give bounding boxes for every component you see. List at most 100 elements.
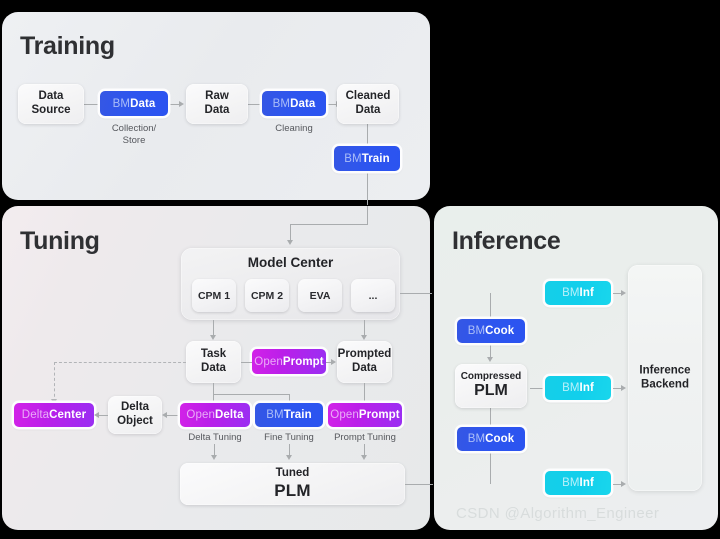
chip-bmdata-cleaning[interactable]: BM Data [262,91,326,116]
connector-arrow [285,455,292,460]
chip-suffix: Data [290,97,316,110]
chip-suffix: Train [283,409,312,421]
chip-bminf-bottom[interactable]: BM Inf [545,471,611,495]
node-line2: Data [201,362,226,374]
node-line1: Delta [120,401,150,414]
chip-prefix: BM [562,477,580,489]
connector-arrow [360,455,367,460]
connector-line [367,171,368,205]
chip-prefix: Delta [21,409,50,421]
caption-prompt-tuning: Prompt Tuning [334,432,396,443]
node-line1: Data [38,90,64,103]
chip-prefix: BM [467,433,486,445]
chip-openprompt-top[interactable]: Open Prompt [252,349,326,374]
caption-line1: Cleaning [275,123,313,134]
node-line1: Task [200,348,227,361]
chip-prefix: BM [562,287,580,299]
diagram-canvas: Training Data Source BM Data Collection/ … [0,0,720,539]
connector-line [289,394,290,403]
chip-bmcook-top[interactable]: BM Cook [457,319,525,343]
connector-line [364,320,365,336]
connector-line [213,394,214,403]
panel-title-tuning: Tuning [20,227,100,255]
connector-line [99,415,108,416]
chip-delta-center[interactable]: Delta Center [14,403,94,427]
chip-suffix: Train [361,152,390,165]
chip-bmtrain-training[interactable]: BM Train [334,146,400,171]
connector-arrow [179,100,184,107]
node-delta-object: Delta Object [108,396,162,434]
node-line2: Object [117,415,153,427]
connector-line [490,452,491,484]
connector-arrow [621,289,626,296]
chip-suffix: Center [49,409,87,421]
connector-line [530,388,546,389]
model-center-item-cpm1[interactable]: CPM 1 [192,279,236,312]
connector-line [84,104,98,105]
node-data-source: Data Source [18,84,84,124]
node-compressed-plm: Compressed PLM [455,364,527,408]
caption-cleaning: Cleaning [252,123,336,135]
connector-line [248,104,262,105]
connector-arrow [331,358,336,365]
chip-opendelta[interactable]: Open Delta [180,403,250,427]
connector-line [213,383,214,394]
watermark-text: CSDN @Algorithm_Engineer [456,505,660,522]
chip-prefix: BM [266,409,284,421]
chip-prefix: BM [344,152,362,165]
connector-arrow [621,480,626,487]
chip-suffix: Prompt [358,409,400,421]
node-task-data: Task Data [186,341,241,383]
chip-suffix: Prompt [282,355,324,368]
caption-delta-tuning: Delta Tuning [188,432,242,443]
chip-openprompt-bottom[interactable]: Open Prompt [328,403,402,427]
node-line1: Inference [639,364,691,377]
node-line2: Data [355,104,381,116]
chip-bminf-top[interactable]: BM Inf [545,281,611,305]
node-raw-data: Raw Data [186,84,248,124]
connector-line [367,206,368,224]
node-line2: Backend [641,379,689,391]
chip-bmdata-collection[interactable]: BM Data [100,91,168,116]
connector-line [290,224,368,225]
node-line2: Data [204,104,230,116]
caption-line1: Collection/ [111,123,157,134]
node-line1: Prompted [337,348,392,361]
node-line1: Raw [205,90,229,103]
chip-prefix: BM [467,325,486,337]
connector-arrow [621,384,626,391]
node-line2: PLM [274,480,311,500]
connector-line [490,407,491,427]
model-center-title: Model Center [247,255,334,270]
model-center-item-more[interactable]: ... [351,279,395,312]
connector-arrow [360,335,367,340]
chip-bminf-middle[interactable]: BM Inf [545,376,611,400]
caption-line2: Store [122,134,146,146]
chip-suffix: Inf [579,287,594,299]
connector-arrow [210,455,217,460]
node-line2: Source [31,104,71,116]
chip-prefix: Open [186,409,215,421]
group-model-center: Model Center CPM 1 CPM 2 EVA ... [181,248,400,320]
connector-line [405,484,433,485]
chip-prefix: Open [254,355,283,368]
dashed-connector [54,362,55,402]
panel-title-training: Training [20,32,115,60]
chip-suffix: Cook [485,433,515,445]
chip-bmcook-bottom[interactable]: BM Cook [457,427,525,451]
connector-arrow [286,240,293,245]
model-center-item-cpm2[interactable]: CPM 2 [245,279,289,312]
connector-arrow [209,335,216,340]
connector-line [213,320,214,336]
chip-bmtrain-tuning[interactable]: BM Train [255,403,323,427]
chip-suffix: Cook [485,325,515,337]
node-inference-backend: Inference Backend [628,265,702,491]
model-center-item-eva[interactable]: EVA [298,279,342,312]
connector-line [290,224,291,241]
chip-prefix: Open [330,409,359,421]
connector-arrow [162,411,167,418]
node-line1: Compressed [460,370,522,382]
connector-line [400,293,432,294]
connector-line [167,415,181,416]
chip-suffix: Delta [214,409,244,421]
